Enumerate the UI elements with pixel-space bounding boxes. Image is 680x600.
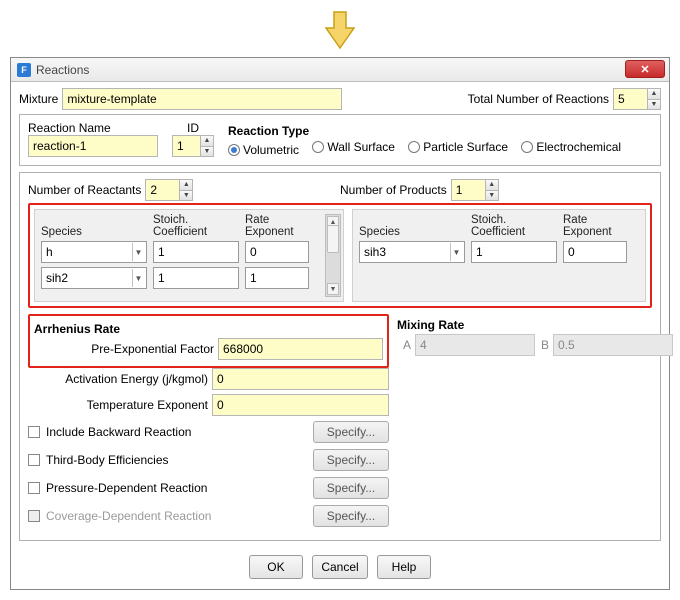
reactant-coeff-input[interactable] <box>153 267 239 289</box>
spinner-down-icon[interactable]: ▼ <box>200 147 214 158</box>
window-title: Reactions <box>36 63 89 77</box>
col-stoich: Stoich.Coefficient <box>153 214 239 238</box>
spinner-up-icon[interactable]: ▲ <box>485 179 499 191</box>
col-rate: RateExponent <box>245 214 309 238</box>
reactant-exp-input[interactable] <box>245 267 309 289</box>
annotation-arrow <box>10 10 670 53</box>
radio-electrochemical[interactable]: Electrochemical <box>521 140 621 154</box>
close-icon: ✕ <box>640 63 649 76</box>
down-arrow-icon <box>320 10 360 50</box>
third-body-specify-button[interactable]: Specify... <box>313 449 389 471</box>
mixing-b-input <box>553 334 673 356</box>
chevron-down-icon: ▼ <box>132 269 144 287</box>
titlebar: F Reactions ✕ <box>11 58 669 82</box>
product-species-select[interactable]: sih3▼ <box>359 241 465 263</box>
reactant-coeff-input[interactable] <box>153 241 239 263</box>
coverage-row: Coverage-Dependent Reaction Specify... <box>28 504 389 528</box>
chevron-down-icon: ▼ <box>450 243 462 261</box>
total-reactions-spinner[interactable]: ▲▼ <box>613 88 661 110</box>
reaction-id-label: ID <box>172 121 214 135</box>
tempexp-input[interactable] <box>212 394 389 416</box>
dialog-footer: OK Cancel Help <box>19 547 661 589</box>
reaction-id-spinner[interactable]: ▲▼ <box>172 135 214 157</box>
spinner-up-icon[interactable]: ▲ <box>647 88 661 100</box>
preexp-label: Pre-Exponential Factor <box>34 342 214 356</box>
species-and-rate-group: Number of Reactants ▲▼ Number of Product… <box>19 172 661 541</box>
products-panel: Species Stoich.Coefficient RateExponent … <box>352 209 646 302</box>
total-reactions-label: Total Number of Reactions <box>468 92 609 106</box>
reactant-row: h▼ <box>41 241 321 263</box>
coverage-checkbox <box>28 510 40 522</box>
mixing-b-label: B <box>541 338 549 352</box>
activation-input[interactable] <box>212 368 389 390</box>
mixture-label: Mixture <box>19 92 58 106</box>
spinner-up-icon[interactable]: ▲ <box>200 135 214 147</box>
chevron-down-icon: ▼ <box>132 243 144 261</box>
reactants-scrollbar[interactable]: ▲ ▼ <box>325 214 341 297</box>
reactant-species-select[interactable]: h▼ <box>41 241 147 263</box>
tempexp-label: Temperature Exponent <box>28 398 208 412</box>
col-species: Species <box>359 214 465 238</box>
species-highlight: Species Stoich.Coefficient RateExponent … <box>28 203 652 308</box>
include-backward-row: Include Backward Reaction Specify... <box>28 420 389 444</box>
col-species: Species <box>41 214 147 238</box>
pressure-row: Pressure-Dependent Reaction Specify... <box>28 476 389 500</box>
third-body-label: Third-Body Efficiencies <box>46 453 169 467</box>
num-reactants-value[interactable] <box>145 179 179 201</box>
include-backward-label: Include Backward Reaction <box>46 425 191 439</box>
reactant-species-select[interactable]: sih2▼ <box>41 267 147 289</box>
scroll-thumb[interactable] <box>327 225 339 253</box>
total-reactions-value[interactable] <box>613 88 647 110</box>
reaction-type-label: Reaction Type <box>228 124 652 138</box>
scroll-down-icon[interactable]: ▼ <box>327 283 339 295</box>
product-coeff-input[interactable] <box>471 241 557 263</box>
preexp-input[interactable] <box>218 338 383 360</box>
pressure-checkbox[interactable] <box>28 482 40 494</box>
coverage-specify-button: Specify... <box>313 505 389 527</box>
app-icon: F <box>17 63 31 77</box>
third-body-row: Third-Body Efficiencies Specify... <box>28 448 389 472</box>
arrhenius-title: Arrhenius Rate <box>34 322 383 336</box>
spinner-down-icon[interactable]: ▼ <box>485 191 499 202</box>
reactions-dialog: F Reactions ✕ Mixture Total Number of Re… <box>10 57 670 590</box>
radio-particle-surface[interactable]: Particle Surface <box>408 140 508 154</box>
include-backward-checkbox[interactable] <box>28 426 40 438</box>
spinner-down-icon[interactable]: ▼ <box>647 100 661 111</box>
num-products-value[interactable] <box>451 179 485 201</box>
mixture-input[interactable] <box>62 88 342 110</box>
arrhenius-highlight: Arrhenius Rate Pre-Exponential Factor <box>28 314 389 368</box>
radio-wall-surface[interactable]: Wall Surface <box>312 140 395 154</box>
spinner-down-icon[interactable]: ▼ <box>179 191 193 202</box>
radio-volumetric[interactable]: Volumetric <box>228 143 299 157</box>
coverage-label: Coverage-Dependent Reaction <box>46 509 211 523</box>
close-button[interactable]: ✕ <box>625 60 665 78</box>
num-products-spinner[interactable]: ▲▼ <box>451 179 499 201</box>
reaction-type-group: Reaction Name ID ▲▼ Reaction Type Volume… <box>19 114 661 166</box>
num-reactants-spinner[interactable]: ▲▼ <box>145 179 193 201</box>
reactant-row: sih2▼ <box>41 267 321 289</box>
spinner-up-icon[interactable]: ▲ <box>179 179 193 191</box>
mixing-a-input <box>415 334 535 356</box>
pressure-label: Pressure-Dependent Reaction <box>46 481 207 495</box>
col-rate: RateExponent <box>563 214 627 238</box>
third-body-checkbox[interactable] <box>28 454 40 466</box>
mixing-a-label: A <box>403 338 411 352</box>
col-stoich: Stoich.Coefficient <box>471 214 557 238</box>
reaction-id-value[interactable] <box>172 135 200 157</box>
activation-label: Activation Energy (j/kgmol) <box>28 372 208 386</box>
reactant-exp-input[interactable] <box>245 241 309 263</box>
backward-specify-button[interactable]: Specify... <box>313 421 389 443</box>
mixing-title: Mixing Rate <box>397 318 673 332</box>
product-exp-input[interactable] <box>563 241 627 263</box>
num-reactants-label: Number of Reactants <box>28 183 141 197</box>
product-row: sih3▼ <box>359 241 639 263</box>
reactants-panel: Species Stoich.Coefficient RateExponent … <box>34 209 344 302</box>
reaction-name-input[interactable] <box>28 135 158 157</box>
pressure-specify-button[interactable]: Specify... <box>313 477 389 499</box>
num-products-label: Number of Products <box>340 183 447 197</box>
reaction-name-label: Reaction Name <box>28 121 158 135</box>
